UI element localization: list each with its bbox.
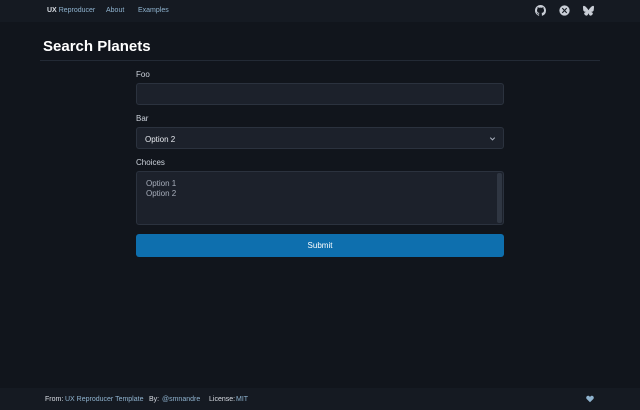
foo-label: Foo <box>136 70 150 79</box>
bar-select[interactable]: Option 2 <box>136 127 504 149</box>
bar-selected-value: Option 2 <box>145 135 176 144</box>
choices-label: Choices <box>136 158 165 167</box>
foo-field-wrapper <box>136 83 504 105</box>
footer-license-link[interactable]: MIT <box>236 396 248 403</box>
choices-option-2[interactable]: Option 2 <box>146 189 176 198</box>
brand-link[interactable]: UX Reproducer <box>47 7 95 14</box>
submit-button[interactable]: Submit <box>136 234 504 257</box>
footer-by-label: By: <box>149 396 160 403</box>
choices-option-1[interactable]: Option 1 <box>146 179 176 188</box>
nav-examples-link[interactable]: Examples <box>138 7 169 14</box>
chevron-down-icon <box>488 134 497 143</box>
heart-icon <box>586 395 594 403</box>
title-divider <box>40 60 600 61</box>
footer-license-label: License: <box>209 396 236 403</box>
footer: From: UX Reproducer Template By: @smnand… <box>0 388 640 410</box>
bar-label: Bar <box>136 114 149 123</box>
foo-input[interactable] <box>137 84 503 105</box>
page-title: Search Planets <box>43 38 151 55</box>
footer-from-label: From: <box>45 396 64 403</box>
choices-multiselect[interactable]: Option 1 Option 2 <box>136 171 504 225</box>
github-icon[interactable] <box>535 5 546 16</box>
top-navbar: UX Reproducer About Examples <box>0 0 640 22</box>
bluesky-icon[interactable] <box>583 5 594 16</box>
x-twitter-icon[interactable] <box>559 5 570 16</box>
footer-by-link[interactable]: @smnandre <box>162 396 200 403</box>
brand-secondary: Reproducer <box>58 7 96 14</box>
footer-from-link[interactable]: UX Reproducer Template <box>65 396 143 403</box>
choices-scrollbar[interactable] <box>497 173 502 223</box>
brand-primary: UX <box>47 7 57 14</box>
nav-about-link[interactable]: About <box>106 7 124 14</box>
